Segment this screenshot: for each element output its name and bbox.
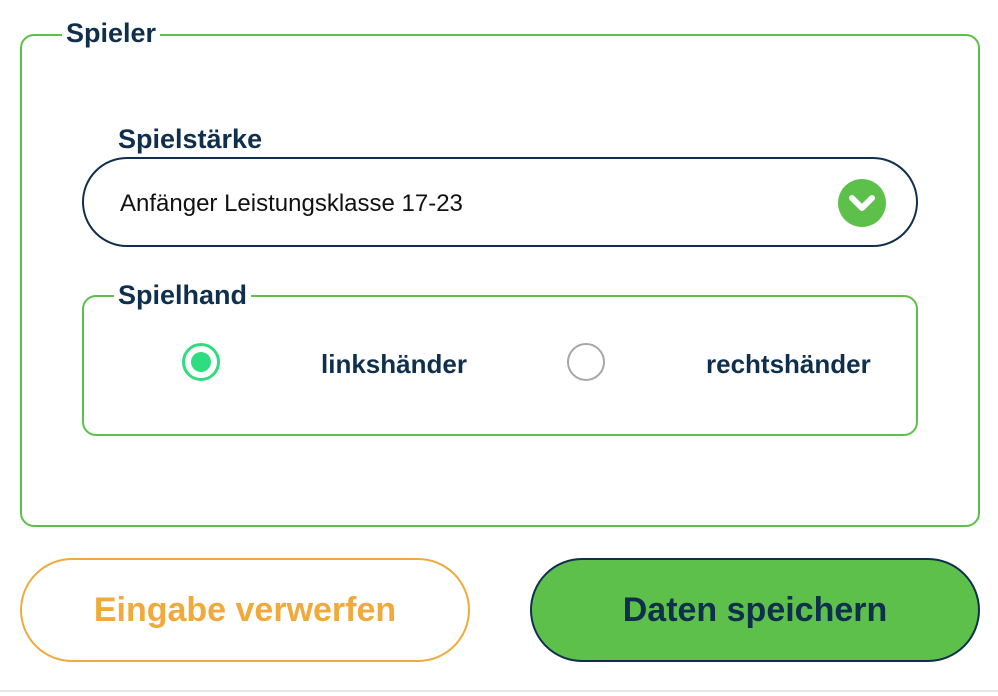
playing-hand-legend: Spielhand [114,282,252,309]
chevron-down-icon[interactable] [838,179,886,227]
skill-level-label: Spielstärke [118,124,263,154]
save-data-button[interactable]: Daten speichern [530,558,980,662]
right-handed-radio[interactable] [567,343,605,381]
right-handed-label[interactable]: rechtshänder [706,349,871,380]
bottom-divider [0,690,998,692]
skill-level-select[interactable]: Anfänger Leistungsklasse 17-23 [82,157,918,247]
left-handed-radio[interactable] [182,343,220,381]
skill-level-selected-value: Anfänger Leistungsklasse 17-23 [120,190,463,217]
discard-input-button[interactable]: Eingabe verwerfen [20,558,470,662]
player-fieldset-legend: Spieler [62,20,161,47]
left-handed-label[interactable]: linkshänder [321,349,467,380]
